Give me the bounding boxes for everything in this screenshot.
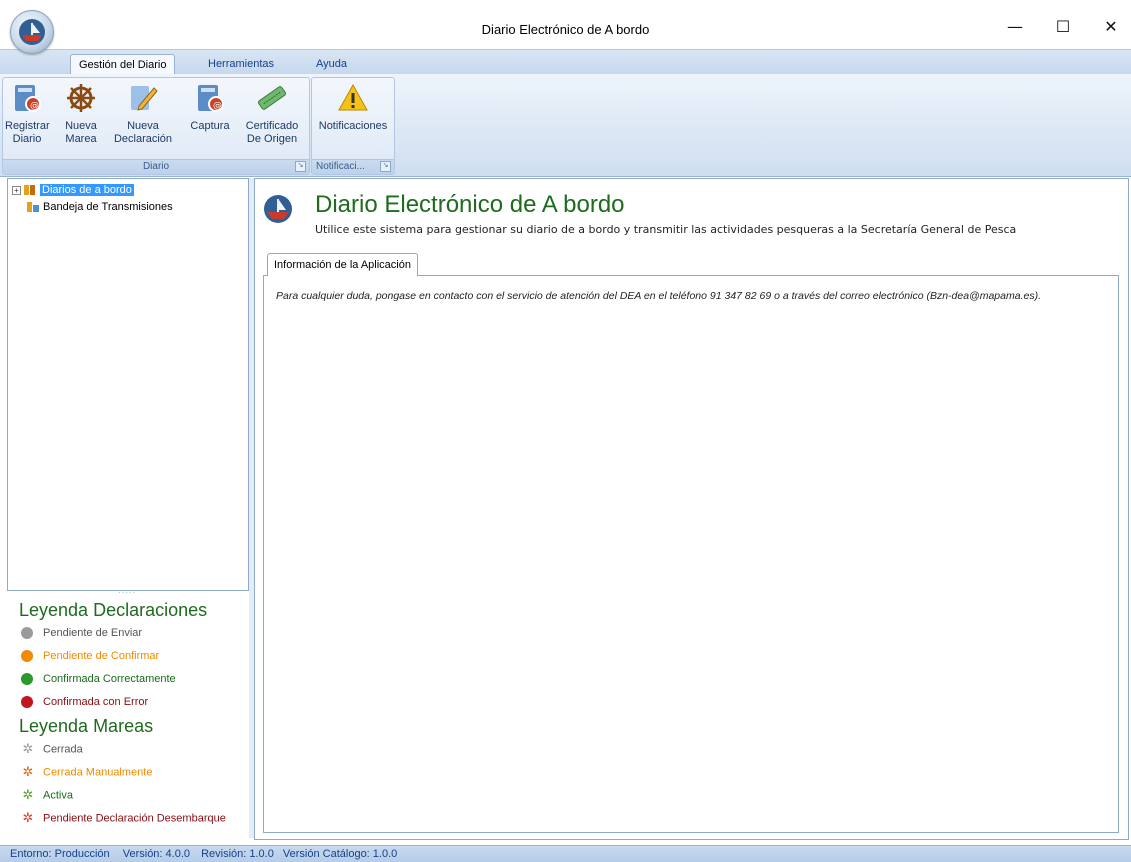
nueva-declaracion-button[interactable]: Nueva Declaración bbox=[109, 82, 177, 146]
legend-panel: Leyenda Declaraciones Pendiente de Envia… bbox=[7, 598, 249, 838]
legend-item: Pendiente de Enviar bbox=[21, 622, 249, 645]
ship-wheel-icon bbox=[65, 82, 97, 114]
tree-item-label: Bandeja de Transmisiones bbox=[43, 201, 173, 213]
registrar-label-2: Diario bbox=[12, 133, 42, 145]
application-menu-button[interactable] bbox=[10, 10, 54, 54]
capture-icon: @ bbox=[194, 82, 226, 114]
content-tab-strip: Información de la Aplicación bbox=[263, 251, 1119, 277]
closed-wheel-icon: ✲ bbox=[22, 742, 34, 757]
nueva-declaracion-label-2: Declaración bbox=[113, 133, 173, 145]
legend-declaraciones-title: Leyenda Declaraciones bbox=[19, 600, 208, 620]
status-revision: Revisión: 1.0.0 bbox=[201, 848, 274, 860]
tree-item-diarios[interactable]: + Diarios de a bordo bbox=[12, 182, 134, 198]
title-bar: Diario Electrónico de A bordo — ☐ ✕ bbox=[0, 0, 1131, 54]
info-text: Para cualquier duda, pongase en contacto… bbox=[276, 290, 1041, 302]
registrar-label-1: Registrar bbox=[5, 120, 50, 132]
ribbon-panel: @ Registrar Diario Nueva Marea Nueva Dec… bbox=[0, 74, 1131, 177]
legend-label: Pendiente de Enviar bbox=[43, 627, 143, 639]
main-content: Diario Electrónico de A bordo Utilice es… bbox=[254, 178, 1129, 840]
navigation-tree: + Diarios de a bordo Bandeja de Transmisi… bbox=[7, 178, 249, 591]
ribbon-group-notificaciones: Notificaciones Notificaci... ↘ bbox=[311, 77, 395, 175]
tab-herramientas[interactable]: Herramientas bbox=[200, 54, 282, 74]
page-title: Diario Electrónico de A bordo bbox=[315, 191, 625, 218]
certificate-icon bbox=[256, 82, 288, 114]
legend-item: ✲ Cerrada bbox=[21, 738, 249, 761]
notificaciones-button[interactable]: Notificaciones bbox=[314, 82, 392, 133]
minimize-button[interactable]: — bbox=[992, 12, 1038, 42]
nueva-declaracion-label-1: Nueva bbox=[127, 120, 159, 132]
tree-item-bandeja[interactable]: Bandeja de Transmisiones bbox=[26, 199, 173, 215]
ribbon-tab-strip: Gestión del Diario Herramientas Ayuda bbox=[0, 49, 1131, 75]
legend-label: Cerrada bbox=[43, 743, 83, 756]
legend-item: Pendiente de Confirmar bbox=[21, 645, 249, 668]
page-subtitle: Utilice este sistema para gestionar su d… bbox=[315, 223, 1017, 236]
pending-landing-wheel-icon: ✲ bbox=[22, 811, 34, 826]
app-logo-icon bbox=[264, 195, 292, 223]
captura-button[interactable]: @ Captura bbox=[187, 82, 233, 133]
group-launcher-icon[interactable]: ↘ bbox=[295, 161, 306, 172]
window-title: Diario Electrónico de A bordo bbox=[481, 22, 650, 37]
svg-text:@: @ bbox=[30, 101, 39, 111]
certificado-origen-button[interactable]: Certificado De Origen bbox=[241, 82, 303, 146]
group-launcher-icon[interactable]: ↘ bbox=[380, 161, 391, 172]
register-diary-icon: @ bbox=[11, 82, 43, 114]
status-bar: Entorno: Producción Versión: 4.0.0 Revis… bbox=[0, 845, 1131, 862]
pencil-icon bbox=[127, 82, 159, 114]
expand-icon[interactable]: + bbox=[12, 185, 21, 195]
legend-item: ✲ Activa bbox=[21, 784, 249, 807]
ship-logo-icon bbox=[19, 19, 45, 45]
splitter-grip[interactable]: ····· bbox=[118, 588, 136, 597]
nueva-marea-button[interactable]: Nueva Marea bbox=[59, 82, 103, 146]
legend-item: Confirmada Correctamente bbox=[21, 668, 249, 691]
certificado-label-2: De Origen bbox=[246, 133, 298, 145]
active-wheel-icon: ✲ bbox=[22, 788, 34, 803]
pending-confirm-icon bbox=[21, 650, 33, 663]
close-button[interactable]: ✕ bbox=[1088, 12, 1131, 42]
inbox-icon bbox=[27, 202, 39, 213]
nueva-marea-label-2: Marea bbox=[65, 133, 97, 145]
legend-item: Confirmada con Error bbox=[21, 691, 249, 714]
legend-label: Activa bbox=[43, 789, 73, 802]
tree-item-label: Diarios de a bordo bbox=[40, 184, 134, 196]
status-version: Versión: 4.0.0 bbox=[122, 848, 191, 860]
legend-label: Pendiente Declaración Desembarque bbox=[43, 812, 226, 825]
ribbon-group-label-diario: Diario bbox=[3, 159, 309, 174]
legend-label: Confirmada Correctamente bbox=[43, 673, 176, 685]
notificaciones-label: Notificaciones bbox=[318, 120, 388, 132]
status-catalogo: Versión Catálogo: 1.0.0 bbox=[282, 848, 398, 860]
legend-mareas-title: Leyenda Mareas bbox=[19, 716, 154, 736]
tab-gestion-diario[interactable]: Gestión del Diario bbox=[70, 54, 176, 75]
tab-ayuda[interactable]: Ayuda bbox=[308, 54, 355, 74]
svg-text:@: @ bbox=[213, 101, 222, 111]
legend-label: Cerrada Manualmente bbox=[43, 766, 153, 779]
legend-item: ✲ Pendiente Declaración Desembarque bbox=[21, 807, 249, 830]
status-entorno: Entorno: Producción bbox=[10, 848, 110, 860]
legend-label: Pendiente de Confirmar bbox=[43, 650, 160, 662]
confirmed-error-icon bbox=[21, 696, 33, 709]
warning-icon bbox=[337, 82, 369, 114]
legend-item: ✲ Cerrada Manualmente bbox=[21, 761, 249, 784]
maximize-button[interactable]: ☐ bbox=[1040, 12, 1086, 42]
legend-label: Confirmada con Error bbox=[43, 696, 149, 708]
diary-book-icon bbox=[24, 185, 35, 196]
ribbon-group-diario: @ Registrar Diario Nueva Marea Nueva Dec… bbox=[2, 77, 310, 175]
manually-closed-wheel-icon: ✲ bbox=[22, 765, 34, 780]
pending-send-icon bbox=[21, 627, 33, 640]
tab-content-panel: Para cualquier duda, pongase en contacto… bbox=[263, 276, 1119, 833]
registrar-diario-button[interactable]: @ Registrar Diario bbox=[5, 82, 50, 146]
confirmed-ok-icon bbox=[21, 673, 33, 686]
nueva-marea-label-1: Nueva bbox=[65, 120, 97, 132]
tab-informacion-aplicacion[interactable]: Información de la Aplicación bbox=[267, 253, 418, 277]
certificado-label-1: Certificado bbox=[245, 120, 299, 132]
captura-label: Captura bbox=[190, 120, 230, 132]
